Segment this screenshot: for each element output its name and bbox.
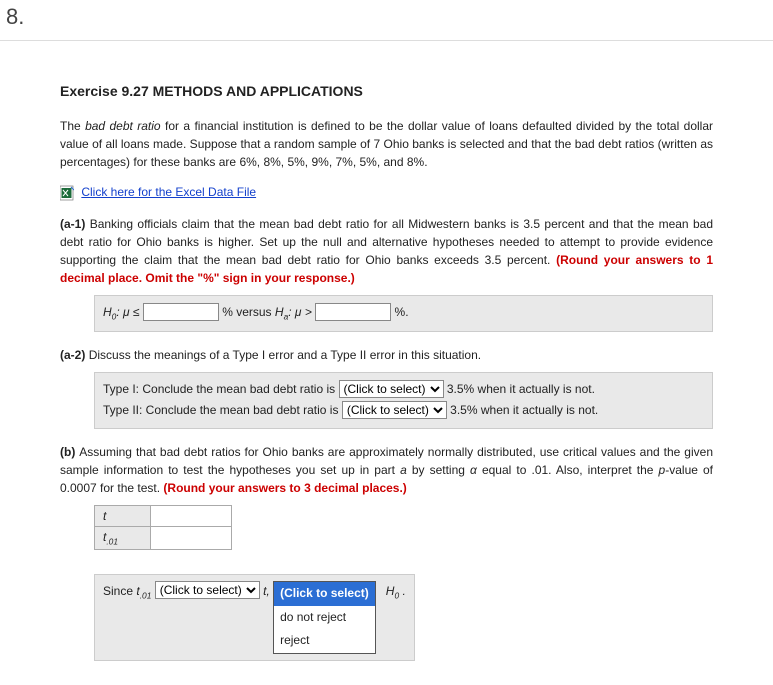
- part-b: (b) Assuming that bad debt ratios for Oh…: [60, 443, 713, 497]
- since-text: Since: [103, 581, 133, 603]
- a1-label: (a-1): [60, 217, 85, 231]
- type1-select[interactable]: (Click to select): [339, 380, 444, 398]
- hypothesis-row: H0: μ ≤ % versus Ha: μ > %.: [60, 295, 713, 332]
- ha-label: Ha: μ >: [275, 305, 312, 319]
- a2-text: Discuss the meanings of a Type I error a…: [89, 348, 481, 362]
- type1-post: 3.5% when it actually is not.: [447, 382, 595, 396]
- t-label: t: [103, 509, 106, 523]
- h0-value-input[interactable]: [143, 303, 219, 321]
- table-row: t.01: [95, 526, 232, 549]
- question-number: 8.: [0, 0, 773, 41]
- excel-file-link[interactable]: Click here for the Excel Data File: [81, 185, 256, 199]
- b-alpha: α: [470, 463, 477, 477]
- t-value-input[interactable]: [151, 506, 231, 526]
- a2-label: (a-2): [60, 348, 85, 362]
- dropdown-selected[interactable]: (Click to select): [274, 582, 375, 606]
- excel-file-row: Click here for the Excel Data File: [60, 185, 713, 201]
- exercise-title: Exercise 9.27 METHODS AND APPLICATIONS: [60, 83, 713, 99]
- type2-post: 3.5% when it actually is not.: [450, 403, 598, 417]
- since-select-1[interactable]: (Click to select): [155, 581, 260, 599]
- h0-label: H0: μ ≤: [103, 305, 140, 319]
- content-area: Exercise 9.27 METHODS AND APPLICATIONS T…: [0, 41, 773, 685]
- part-a2: (a-2) Discuss the meanings of a Type I e…: [60, 346, 713, 364]
- part-a1: (a-1) Banking officials claim that the m…: [60, 215, 713, 287]
- b-label: (b): [60, 445, 75, 459]
- since-h0: H0 .: [379, 581, 406, 604]
- type1-row: Type I: Conclude the mean bad debt ratio…: [103, 379, 704, 401]
- since-row: Since t.01 (Click to select) t, (Click t…: [60, 566, 713, 661]
- excel-icon: [60, 185, 74, 201]
- since-t-comma: t,: [263, 581, 270, 603]
- since-select-2-open[interactable]: (Click to select) do not reject reject: [273, 581, 376, 654]
- intro-paragraph: The bad debt ratio for a financial insti…: [60, 117, 713, 171]
- dropdown-option-do-not-reject[interactable]: do not reject: [274, 606, 375, 630]
- intro-pre: The: [60, 119, 85, 133]
- t01-label: t.01: [103, 530, 118, 544]
- t-table-wrap: t t.01: [60, 505, 713, 550]
- intro-italic: bad debt ratio: [85, 119, 161, 133]
- pct-end: %.: [395, 305, 409, 319]
- b-text3: equal to .01. Also, interpret the: [477, 463, 659, 477]
- type2-select[interactable]: (Click to select): [342, 401, 447, 419]
- b-warn: (Round your answers to 3 decimal places.…: [163, 481, 406, 495]
- table-row: t: [95, 505, 232, 526]
- type1-pre: Type I: Conclude the mean bad debt ratio…: [103, 382, 335, 396]
- pct-versus: % versus: [222, 305, 271, 319]
- t01-value-input[interactable]: [151, 528, 231, 548]
- ha-value-input[interactable]: [315, 303, 391, 321]
- types-box-wrap: Type I: Conclude the mean bad debt ratio…: [60, 372, 713, 429]
- type2-pre: Type II: Conclude the mean bad debt rati…: [103, 403, 338, 417]
- since-t01: t.01: [136, 581, 151, 604]
- b-a: a: [400, 463, 407, 477]
- dropdown-option-reject[interactable]: reject: [274, 629, 375, 653]
- t-table: t t.01: [94, 505, 232, 550]
- type2-row: Type II: Conclude the mean bad debt rati…: [103, 400, 704, 422]
- b-text2: by setting: [407, 463, 470, 477]
